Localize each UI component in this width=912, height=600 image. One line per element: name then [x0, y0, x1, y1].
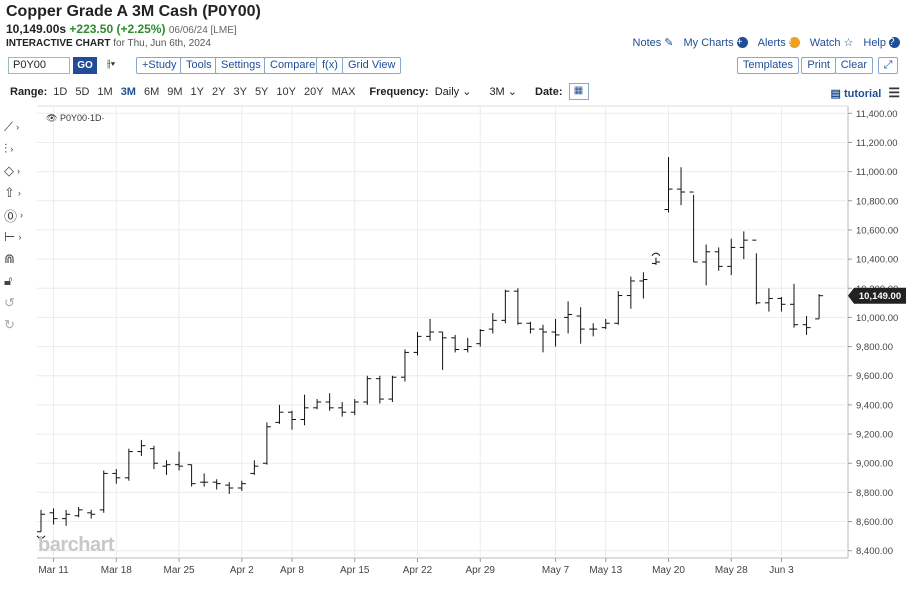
high-marker	[651, 252, 661, 256]
x-tick-label: Mar 11	[38, 565, 69, 576]
y-tick-label: 11,400.00	[856, 109, 898, 120]
y-tick-label: 9,000.00	[856, 459, 893, 470]
y-tick-label: 8,600.00	[856, 517, 893, 528]
ohlc-bar	[614, 291, 623, 325]
ohlc-bar	[388, 375, 397, 402]
x-tick-label: May 13	[589, 565, 622, 576]
ohlc-bar	[802, 315, 811, 335]
ohlc-bar	[288, 410, 296, 430]
ohlc-bar	[400, 349, 409, 382]
ohlc-bar	[539, 324, 547, 353]
ohlc-bar	[815, 294, 824, 320]
ohlc-bar	[764, 288, 773, 312]
x-tick-label: May 20	[652, 565, 685, 576]
x-tick-label: Apr 15	[340, 565, 370, 576]
y-tick-label: 10,600.00	[856, 225, 898, 236]
ohlc-bar	[601, 318, 610, 330]
ohlc-bar	[689, 191, 698, 263]
x-tick-label: Mar 25	[163, 565, 195, 576]
x-tick-label: Apr 22	[403, 565, 433, 576]
ohlc-bar	[576, 307, 585, 344]
eye-icon[interactable]: 👁︎	[46, 113, 57, 123]
ohlc-bar	[300, 394, 309, 426]
brand-logo: barchart	[38, 534, 115, 556]
x-tick-label: May 7	[542, 565, 570, 576]
ohlc-bar	[438, 331, 447, 370]
x-tick-label: Apr 29	[466, 565, 496, 576]
y-tick-label: 8,800.00	[856, 488, 893, 499]
ohlc-bar	[49, 508, 58, 525]
ohlc-bar	[137, 439, 146, 456]
ohlc-bar	[626, 276, 635, 309]
ohlc-bar	[212, 479, 221, 490]
last-price-badge-label: 10,149.00	[859, 291, 901, 302]
ohlc-chart[interactable]: 8,400.00 8,600.00 8,800.00 9,000.00 9,200.00…	[0, 0, 912, 600]
ohlc-bar	[639, 272, 648, 299]
ohlc-bar	[501, 289, 510, 324]
ohlc-bar	[187, 464, 196, 487]
y-tick-label: 8,400.00	[856, 546, 893, 557]
ohlc-bar	[325, 393, 334, 411]
ohlc-bar	[87, 509, 96, 519]
ohlc-bar	[112, 469, 121, 484]
ohlc-bar	[74, 506, 83, 518]
ohlc-bar	[375, 375, 384, 404]
y-tick-label: 11,200.00	[856, 138, 898, 149]
y-tick-label: 9,200.00	[856, 430, 893, 441]
ohlc-bar	[275, 404, 284, 424]
ohlc-bar	[313, 399, 322, 410]
ohlc-bar	[62, 509, 71, 526]
x-tick-label: Jun 3	[769, 565, 794, 576]
y-tick-label: 9,400.00	[856, 400, 893, 411]
x-tick-label: Mar 18	[101, 565, 133, 576]
ohlc-bar	[526, 321, 535, 334]
ohlc-bar	[426, 318, 435, 341]
ohlc-bar	[513, 288, 522, 325]
ohlc-bar	[727, 238, 736, 276]
y-tick-label: 9,800.00	[856, 342, 893, 353]
ohlc-bar	[262, 422, 271, 465]
ohlc-bar	[451, 334, 460, 353]
y-tick-label: 10,800.00	[856, 196, 898, 207]
ohlc-bar	[350, 399, 359, 416]
ohlc-bar	[488, 313, 497, 334]
ohlc-bar	[149, 445, 158, 470]
ohlc-bar	[476, 329, 485, 347]
ohlc-bar	[752, 239, 761, 305]
ohlc-bar	[237, 480, 246, 491]
ohlc-bar	[589, 323, 598, 337]
ohlc-bar	[200, 473, 209, 487]
x-tick-label: Apr 2	[230, 565, 254, 576]
ohlc-bar	[413, 332, 422, 356]
ohlc-bar	[463, 337, 472, 353]
ohlc-bar	[790, 283, 798, 328]
ohlc-bar	[777, 297, 786, 312]
ohlc-bar	[677, 167, 686, 206]
ohlc-bar	[551, 318, 560, 347]
chart-legend: 👁︎ P0Y00·1D·	[46, 113, 104, 124]
y-tick-label: 10,400.00	[856, 255, 898, 266]
ohlc-bar	[739, 231, 748, 260]
ohlc-bar	[162, 460, 171, 475]
y-tick-label: 10,000.00	[856, 313, 898, 324]
ohlc-bar	[338, 401, 347, 417]
ohlc-bar	[99, 470, 108, 513]
x-tick-label: May 28	[715, 565, 748, 576]
ohlc-bar	[37, 509, 45, 533]
ohlc-bar	[363, 375, 372, 405]
ohlc-bar	[250, 460, 259, 475]
ohlc-bar	[664, 157, 673, 213]
x-tick-label: Apr 8	[280, 565, 304, 576]
ohlc-bar	[702, 244, 711, 286]
ohlc-bar	[175, 451, 184, 471]
legend-label: P0Y00·1D·	[59, 113, 105, 123]
ohlc-bar	[124, 448, 133, 481]
y-tick-label: 9,600.00	[856, 371, 893, 382]
y-tick-label: 11,000.00	[856, 167, 898, 178]
